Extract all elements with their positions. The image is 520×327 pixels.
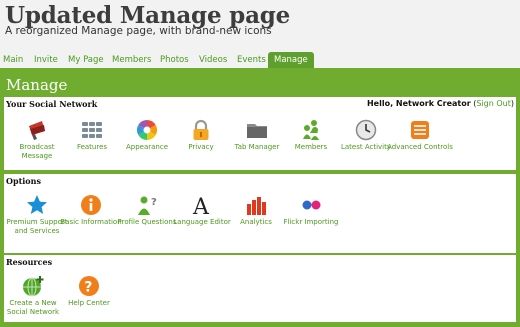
svg-text:A: A <box>192 195 210 216</box>
profile-question-icon: ? <box>136 194 158 216</box>
tab-members[interactable]: Members <box>112 52 151 68</box>
section-title: Options <box>6 176 41 186</box>
grid-icon <box>81 119 103 141</box>
nav-tabs: Main Invite My Page Members Photos Video… <box>0 52 520 68</box>
tab-videos[interactable]: Videos <box>199 52 227 68</box>
site-header: Updated Manage page A reorganized Manage… <box>0 0 520 52</box>
greeting-text: Hello, Network Creator <box>366 99 471 108</box>
user-greeting: Hello, Network Creator (Sign Out) <box>367 99 514 108</box>
tab-photos[interactable]: Photos <box>160 52 189 68</box>
section-title: Your Social Network <box>6 99 98 109</box>
help-icon: ? <box>78 275 100 297</box>
section-resources: Resources Create a New Social Network ? … <box>4 255 516 322</box>
greeting-paren-close: ) <box>510 99 514 108</box>
star-icon <box>26 194 48 216</box>
letter-a-icon: A <box>191 194 213 216</box>
section-title: Resources <box>6 257 53 267</box>
tab-my-page[interactable]: My Page <box>68 52 104 68</box>
lock-icon <box>190 119 212 141</box>
site-tagline: A reorganized Manage page, with brand-ne… <box>5 25 272 37</box>
clock-icon <box>355 119 377 141</box>
tab-manage[interactable]: Manage <box>268 52 314 68</box>
advanced-controls-item[interactable]: Advanced Controls <box>387 119 453 152</box>
megaphone-icon <box>26 119 48 141</box>
bar-chart-icon <box>245 194 267 216</box>
tab-events[interactable]: Events <box>237 52 266 68</box>
item-label: Advanced Controls <box>387 143 453 151</box>
color-wheel-icon <box>136 119 158 141</box>
help-center-item[interactable]: ? Help Center <box>56 275 122 308</box>
sliders-icon <box>409 119 431 141</box>
section-options: Options Premium Support and Services Bas… <box>4 174 516 253</box>
section-your-social-network: Your Social Network Hello, Network Creat… <box>4 97 516 170</box>
people-icon <box>300 119 322 141</box>
svg-text:?: ? <box>151 197 157 208</box>
info-icon <box>80 194 102 216</box>
folder-icon <box>246 119 268 141</box>
item-label: Flickr Importing <box>283 218 339 226</box>
sign-out-link[interactable]: Sign Out <box>476 99 511 108</box>
tab-main[interactable]: Main <box>3 52 23 68</box>
item-label: Help Center <box>68 299 110 307</box>
page-title: Manage <box>6 76 68 94</box>
flickr-icon <box>300 194 322 216</box>
svg-text:?: ? <box>84 280 92 296</box>
flickr-importing-item[interactable]: Flickr Importing <box>278 194 344 227</box>
manage-panel: Manage Your Social Network Hello, Networ… <box>0 68 520 327</box>
tab-invite[interactable]: Invite <box>34 52 58 68</box>
globe-plus-icon <box>22 275 44 297</box>
